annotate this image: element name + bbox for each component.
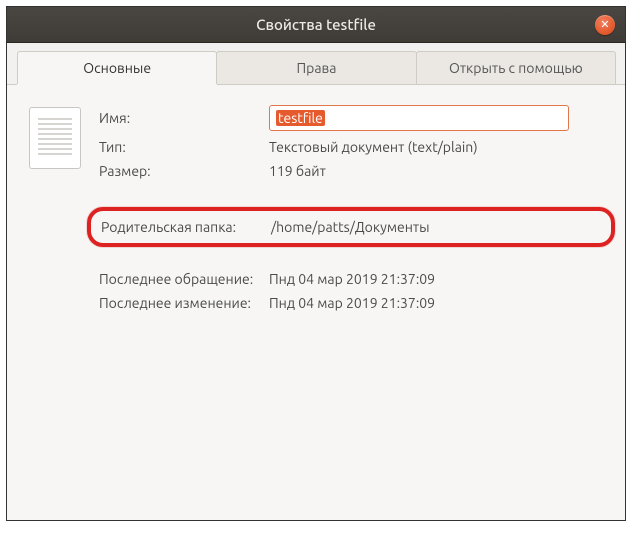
row-name: Имя: testfile (99, 105, 603, 131)
value-parent: /home/patts/Документы (271, 219, 430, 235)
highlight-parent-folder: Родительская папка: /home/patts/Документ… (87, 207, 615, 247)
label-name: Имя: (99, 110, 269, 126)
label-size: Размер: (99, 163, 269, 179)
tab-permissions[interactable]: Права (216, 51, 416, 84)
window-title: Свойства testfile (256, 16, 376, 33)
properties-window: Свойства testfile ✕ Основные Права Откры… (6, 6, 626, 521)
label-accessed: Последнее обращение: (99, 271, 269, 287)
properties-list: Имя: testfile Тип: Текстовый документ (t… (99, 105, 603, 500)
tab-basic[interactable]: Основные (17, 51, 217, 84)
label-parent: Родительская папка: (101, 219, 271, 235)
tab-bar: Основные Права Открыть с помощью (7, 43, 625, 85)
file-type-icon (29, 107, 81, 169)
close-icon: ✕ (600, 20, 609, 31)
value-accessed: Пнд 04 мар 2019 21:37:09 (269, 271, 435, 287)
value-modified: Пнд 04 мар 2019 21:37:09 (269, 295, 435, 311)
value-type: Текстовый документ (text/plain) (269, 139, 478, 155)
titlebar: Свойства testfile ✕ (7, 7, 625, 43)
close-button[interactable]: ✕ (595, 15, 615, 35)
label-type: Тип: (99, 139, 269, 155)
row-accessed: Последнее обращение: Пнд 04 мар 2019 21:… (99, 271, 603, 287)
value-size: 119 байт (269, 163, 326, 179)
name-input[interactable] (269, 105, 569, 131)
row-size: Размер: 119 байт (99, 163, 603, 179)
label-modified: Последнее изменение: (99, 295, 269, 311)
name-input-wrap: testfile (269, 105, 569, 131)
content-area: Имя: testfile Тип: Текстовый документ (t… (7, 85, 625, 520)
row-type: Тип: Текстовый документ (text/plain) (99, 139, 603, 155)
row-modified: Последнее изменение: Пнд 04 мар 2019 21:… (99, 295, 603, 311)
tab-openwith[interactable]: Открыть с помощью (416, 51, 616, 84)
row-parent: Родительская папка: /home/patts/Документ… (101, 219, 597, 235)
